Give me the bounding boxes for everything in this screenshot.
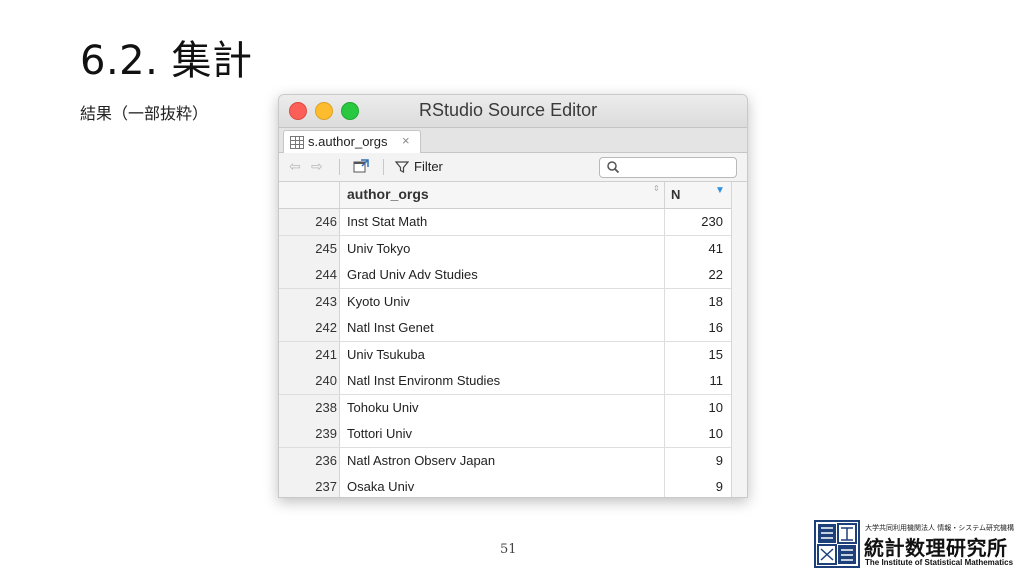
table-row[interactable]: 244 Grad Univ Adv Studies 22	[279, 262, 731, 289]
author-orgs-cell: Grad Univ Adv Studies	[347, 267, 478, 282]
table-row[interactable]: 240 Natl Inst Environm Studies 11	[279, 368, 731, 395]
row-id: 246	[315, 214, 337, 229]
row-id: 243	[315, 293, 337, 309]
window-title: RStudio Source Editor	[419, 100, 598, 120]
minimize-window-button[interactable]	[315, 102, 333, 120]
page-number: 51	[500, 542, 517, 557]
author-orgs-cell: Natl Inst Genet	[347, 320, 434, 335]
ism-logo-mark-icon	[814, 520, 860, 568]
close-tab-icon[interactable]: ×	[402, 133, 410, 148]
row-id: 241	[315, 346, 337, 362]
logo-institute-name: 統計数理研究所	[864, 536, 1008, 560]
n-cell: 10	[708, 426, 723, 441]
window-titlebar[interactable]: RStudio Source Editor	[279, 95, 747, 128]
row-id: 242	[315, 320, 337, 335]
row-id: 236	[315, 452, 337, 468]
row-id: 237	[315, 479, 337, 494]
row-id: 244	[315, 267, 337, 282]
author-orgs-cell: Natl Inst Environm Studies	[347, 373, 501, 388]
ism-logo: 大学共同利用機関法人 情報・システム研究機構 統計数理研究所 The Insti…	[814, 520, 1014, 570]
toolbar: ⇦ ⇨ Filter	[279, 153, 747, 182]
author-orgs-cell: Tottori Univ	[347, 426, 413, 441]
n-cell: 15	[708, 346, 723, 362]
rstudio-source-editor-window: RStudio Source Editor s.author_orgs × ⇦ …	[278, 94, 748, 498]
row-id: 238	[315, 399, 337, 415]
toolbar-divider	[383, 159, 384, 175]
column-divider	[339, 182, 340, 208]
n-cell: 16	[708, 320, 723, 335]
n-cell: 41	[708, 240, 723, 256]
row-id: 240	[315, 373, 337, 388]
author-orgs-cell: Kyoto Univ	[347, 293, 410, 309]
filter-funnel-icon[interactable]	[395, 160, 409, 174]
table-header: author_orgs ⇕ N ▼	[279, 182, 731, 209]
row-id: 239	[315, 426, 337, 441]
toolbar-divider	[339, 159, 340, 175]
tab-bar: s.author_orgs ×	[279, 128, 747, 153]
sort-icon[interactable]: ⇕	[653, 184, 660, 193]
n-cell: 18	[708, 293, 723, 309]
table-row[interactable]: 238 Tohoku Univ 10	[279, 394, 731, 422]
n-cell: 9	[715, 452, 723, 468]
data-grid-icon	[290, 136, 304, 149]
close-window-button[interactable]	[289, 102, 307, 120]
tab-label: s.author_orgs	[308, 134, 388, 149]
column-header-n[interactable]: N	[671, 187, 680, 202]
table-row[interactable]: 239 Tottori Univ 10	[279, 421, 731, 448]
author-orgs-cell: Univ Tokyo	[347, 240, 411, 256]
table-row[interactable]: 246 Inst Stat Math 230	[279, 209, 731, 236]
table-row[interactable]: 243 Kyoto Univ 18	[279, 288, 731, 316]
n-cell: 230	[701, 214, 723, 229]
table-row[interactable]: 242 Natl Inst Genet 16	[279, 315, 731, 342]
filter-button[interactable]: Filter	[414, 159, 443, 174]
table-row[interactable]: 241 Univ Tsukuba 15	[279, 341, 731, 369]
logo-english-name: The Institute of Statistical Mathematics	[865, 558, 1014, 567]
column-divider	[664, 182, 665, 208]
table-row[interactable]: 237 Osaka Univ 9	[279, 474, 731, 497]
slide-title: 6.2. 集計	[80, 38, 253, 84]
author-orgs-cell: Osaka Univ	[347, 479, 415, 494]
row-id: 245	[315, 240, 337, 256]
search-input[interactable]	[599, 157, 737, 178]
author-orgs-cell: Tohoku Univ	[347, 399, 419, 415]
column-header-author-orgs[interactable]: author_orgs	[347, 186, 429, 202]
sort-descending-icon[interactable]: ▼	[715, 185, 725, 196]
tab-s-author-orgs[interactable]: s.author_orgs ×	[283, 130, 421, 153]
n-cell: 22	[708, 267, 723, 282]
zoom-window-button[interactable]	[341, 102, 359, 120]
forward-arrow-icon[interactable]: ⇨	[311, 158, 323, 175]
n-cell: 10	[708, 399, 723, 415]
n-cell: 9	[715, 479, 723, 494]
back-arrow-icon[interactable]: ⇦	[289, 158, 301, 175]
slide-subtitle: 結果（一部抜粋）	[80, 104, 209, 123]
vertical-scrollbar[interactable]	[731, 182, 747, 497]
search-icon	[607, 161, 620, 174]
popout-window-icon[interactable]	[353, 159, 369, 173]
author-orgs-cell: Inst Stat Math	[347, 214, 428, 229]
author-orgs-cell: Univ Tsukuba	[347, 346, 425, 362]
table-row[interactable]: 236 Natl Astron Observ Japan 9	[279, 447, 731, 475]
author-orgs-cell: Natl Astron Observ Japan	[347, 452, 496, 468]
n-cell: 11	[709, 373, 724, 388]
table-row[interactable]: 245 Univ Tokyo 41	[279, 235, 731, 263]
